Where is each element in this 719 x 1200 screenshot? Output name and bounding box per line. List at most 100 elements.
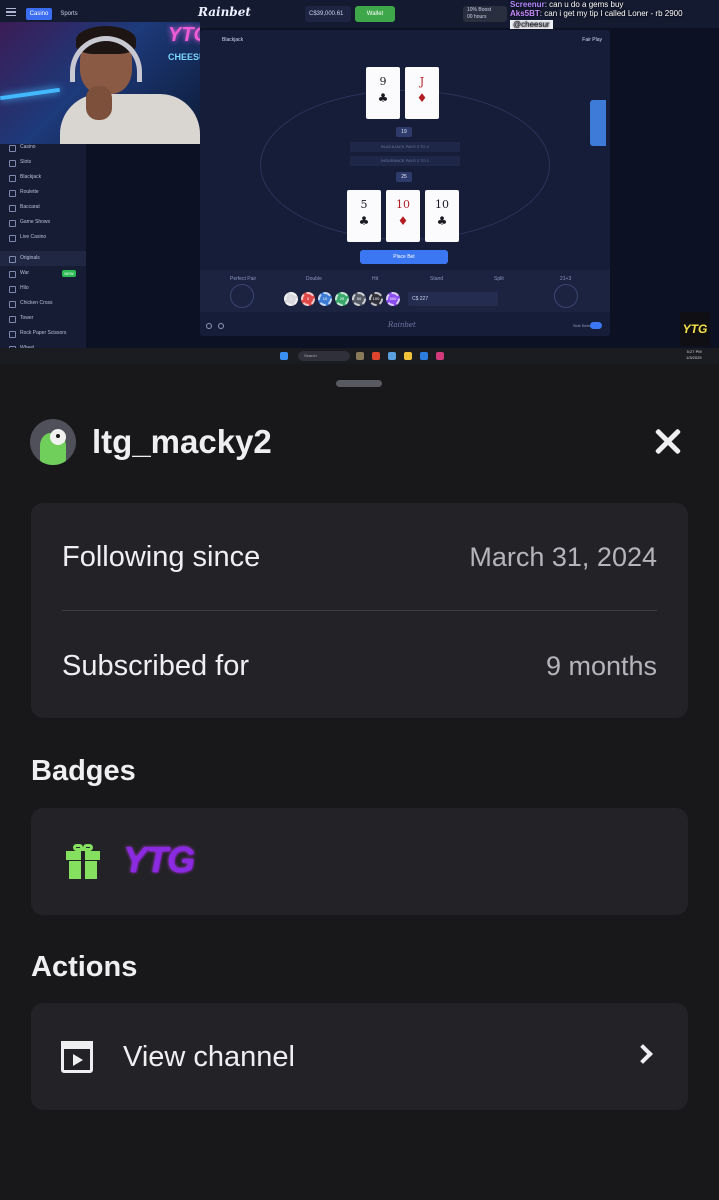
taskbar-search: Search [298,351,350,361]
casino-sidebar: Casino Slots Blackjack Roulette Baccarat Game… [0,140,86,348]
side-bets-label: Side Bets [572,323,590,328]
steam-icon [420,352,428,360]
stand-label: Stand [430,276,444,282]
username[interactable]: ltg_macky2 [92,420,272,464]
card-rank: 9 [379,75,387,88]
game-footer: Rainbet Side Bets [200,318,610,336]
hit-label: Hit [372,276,379,282]
playing-card: J ♦ [405,67,439,119]
perfect-pair-label: Perfect Pair [230,276,257,282]
chat-message: Screenur: can u do a gems buy [510,0,624,9]
taskbar-clock: 5:27 PM 1/3/2025 [686,349,702,361]
user-card-sheet: ltg_macky2 Following since March 31, 202… [0,364,719,1200]
blackjack-game: Blackjack Fair Play 9 ♣ J ♦ 19 BLACKJACK PA… [200,30,610,336]
media-icon [436,352,444,360]
stream-video[interactable]: Casino Sports Rainbet C$39,000.61 Wallet… [0,0,719,348]
chrome-icon [372,352,380,360]
playing-card: 10 ♣ [425,190,459,242]
neon-sign-name: CHEESUR [168,52,200,62]
footer-logo: Rainbet [388,321,416,329]
tab-sports: Sports [60,11,78,17]
sidebar-original-item: Hilo [0,281,86,296]
card-rank: 10 [396,198,410,211]
chat-overlay: Screenur: can u do a gems buy Aks5BT: can… [510,0,719,44]
sidebar-original-item: War NEW [0,266,86,281]
boost-badge: 10% Boost 00 hours [463,6,507,22]
streamer-hand [86,86,112,120]
insurance-text: INSURANCE PAYS 2 TO 1 [350,156,460,166]
files-icon [388,352,396,360]
following-value: March 31, 2024 [469,542,657,572]
card-rank: 10 [435,198,449,211]
card-rank: 5 [360,198,368,211]
webcam-overlay: YTG CHEESUR [0,22,200,144]
windows-taskbar: Search 5:27 PM 1/3/2025 [0,348,719,364]
sidebar-item: Game Shows [0,215,86,230]
double-label: Double [306,276,322,282]
subscriber-badge[interactable]: YTG [123,838,195,882]
chat-text: can u do a gems buy [549,0,624,9]
playing-card: 5 ♣ [347,190,381,242]
following-label: Following since [62,541,261,573]
channel-icon [61,1041,93,1073]
neon-sign: YTG [168,24,200,46]
following-row: Following since March 31, 2024 [62,503,657,610]
subscribed-label: Subscribed for [62,650,249,682]
menu-icon [6,8,16,17]
neon-light [0,87,60,101]
gift-icon[interactable] [66,843,100,881]
windows-icon [280,352,288,360]
bet-chip: 10 [318,292,332,306]
perfect-pair-spot [230,284,254,308]
view-channel-button[interactable]: View channel [31,1003,688,1110]
payout-text: BLACKJACK PAYS 3 TO 2 [350,142,460,152]
game-actions: Perfect Pair Double Hit Stand Split 21+3… [200,270,610,312]
card-suit: ♦ [416,91,428,105]
new-tag: NEW [62,270,76,277]
avatar[interactable] [30,419,76,465]
side-bet-label: 21+3 [560,276,572,282]
chat-message: Aks5BT: can i get my tip I called Loner … [510,9,683,18]
chat-username: Aks5BT [510,9,540,18]
rainbet-logo: Rainbet [198,5,251,19]
close-icon[interactable] [646,420,690,464]
card-suit: ♣ [358,214,370,228]
tab-casino: Casino [26,8,52,20]
playing-card: 9 ♣ [366,67,400,119]
place-bet-button: Place Bet [360,250,448,264]
bet-chip: 100 [369,292,383,306]
drag-handle[interactable] [336,380,382,387]
chat-text: can i get my tip I called Loner - rb 290… [544,9,683,18]
settings-icon [206,323,212,329]
sidebar-original-item: Wheel [0,341,86,348]
boost-line: 10% Boost [467,7,492,13]
sidebar-originals: Originals [0,251,86,266]
boost-time: 00 hours [467,14,487,20]
chat-username: Screenur [510,0,545,9]
sidebar-item: Roulette [0,185,86,200]
subscribed-value: 9 months [545,651,657,681]
player-score: 25 [396,172,412,182]
bet-chip: 5 [301,292,315,306]
sidebar-item: Slots [0,155,86,170]
playing-card: 10 ♦ [386,190,420,242]
mention-tag: @cheesur [510,20,553,29]
folder-icon [404,352,412,360]
sidebar-original-item: Chicken Cross [0,296,86,311]
bet-amount: C$ 227 [408,292,498,306]
view-channel-label: View channel [123,1041,295,1073]
chevron-right-icon [633,1044,653,1064]
sidebar-original-item: Tower [0,311,86,326]
bet-chip: 500 [386,292,400,306]
user-info-card: Following since March 31, 2024 Subscribe… [31,503,688,718]
balance-display: C$39,000.61 [305,6,351,22]
card-suit: ♣ [436,214,448,228]
sidebar-item: Blackjack [0,170,86,185]
dealer-score: 19 [396,127,412,137]
game-title: Blackjack [222,37,244,43]
badges-card: YTG [31,808,688,915]
star-icon [218,323,224,329]
clock-date: 1/3/2025 [686,355,702,360]
split-label: Split [494,276,504,282]
subscribed-row: Subscribed for 9 months [62,611,657,718]
